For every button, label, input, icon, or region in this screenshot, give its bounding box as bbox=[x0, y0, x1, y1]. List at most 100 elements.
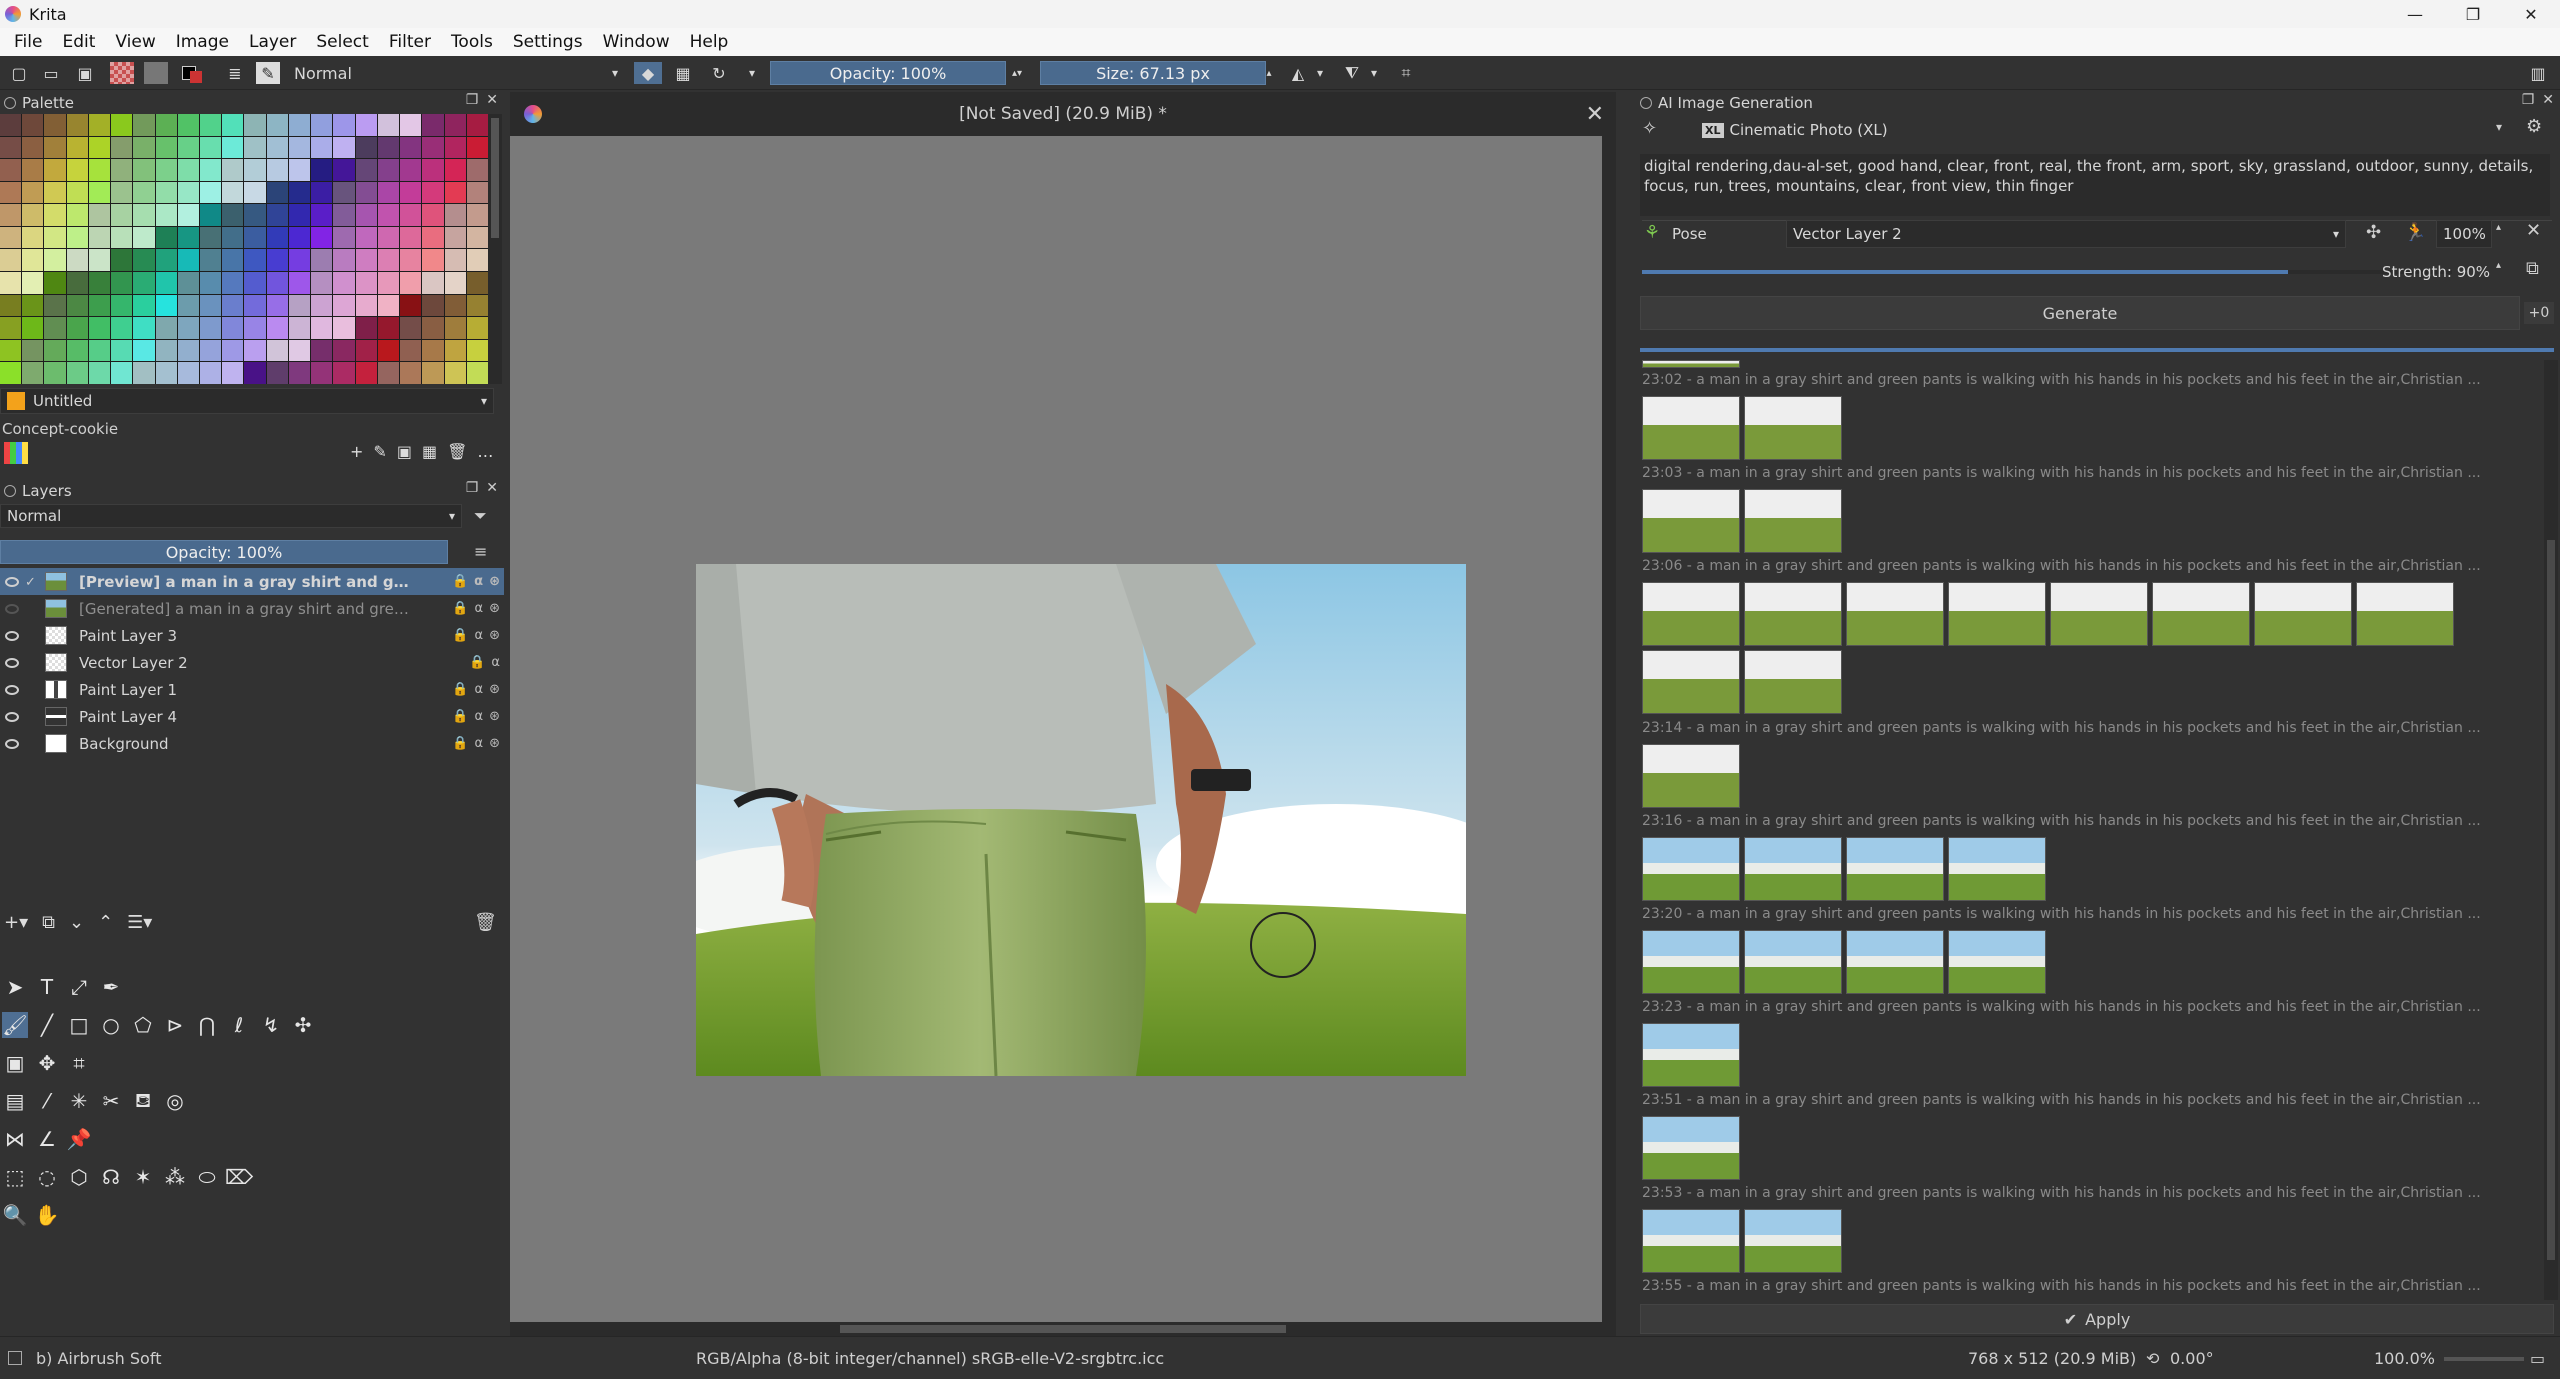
layer-row[interactable]: Paint Layer 1 🔒 α ⊛ bbox=[0, 676, 504, 703]
freehand-brush-tool-icon[interactable]: 🖌 bbox=[2, 1012, 28, 1038]
palette-swatch[interactable] bbox=[333, 159, 355, 181]
history-scrollbar[interactable] bbox=[2544, 360, 2558, 1300]
history-thumbnail[interactable] bbox=[1744, 396, 1842, 460]
palette-swatch[interactable] bbox=[0, 272, 22, 294]
palette-swatch[interactable] bbox=[200, 136, 222, 159]
history-thumbnail[interactable] bbox=[1642, 360, 1740, 368]
gradient-preset-icon[interactable] bbox=[110, 62, 134, 84]
palette-swatch[interactable] bbox=[155, 181, 177, 204]
measure-tool-icon[interactable]: ∠ bbox=[34, 1126, 60, 1152]
menu-tools[interactable]: Tools bbox=[441, 32, 503, 52]
palette-swatch[interactable] bbox=[266, 114, 288, 136]
float-dock-icon[interactable]: ❐ bbox=[466, 480, 479, 496]
palette-swatch[interactable] bbox=[466, 362, 488, 384]
color-picker-tool-icon[interactable]: ⁄ bbox=[34, 1088, 60, 1114]
palette-swatch[interactable] bbox=[88, 362, 111, 384]
history-thumbnail[interactable] bbox=[2254, 582, 2352, 646]
history-thumbnail[interactable] bbox=[1642, 489, 1740, 553]
palette-swatch[interactable] bbox=[177, 272, 200, 294]
inherit-alpha-icon[interactable]: ⊛ bbox=[489, 682, 500, 697]
palette-swatch[interactable] bbox=[377, 204, 400, 226]
palette-swatch[interactable] bbox=[177, 181, 200, 204]
palette-swatch[interactable] bbox=[377, 181, 400, 204]
document-tab[interactable]: [Not Saved] (20.9 MiB) * ✕ bbox=[510, 92, 1616, 136]
palette-swatch[interactable] bbox=[244, 362, 266, 384]
palette-swatch[interactable] bbox=[155, 136, 177, 159]
palette-swatch[interactable] bbox=[111, 339, 133, 362]
palette-swatch[interactable] bbox=[0, 317, 22, 339]
move-tool-icon[interactable]: ✥ bbox=[34, 1050, 60, 1076]
menu-file[interactable]: File bbox=[4, 32, 52, 52]
palette-swatch[interactable] bbox=[244, 294, 266, 317]
palette-swatch[interactable] bbox=[88, 272, 111, 294]
palette-swatch[interactable] bbox=[66, 294, 88, 317]
lock-icon[interactable]: 🔒 bbox=[452, 601, 468, 616]
lock-icon[interactable]: 🔒 bbox=[452, 574, 468, 589]
palette-swatch[interactable] bbox=[400, 294, 422, 317]
palette-swatch[interactable] bbox=[44, 294, 66, 317]
palette-swatch[interactable] bbox=[333, 181, 355, 204]
duplicate-layer-icon[interactable]: ⧉ bbox=[42, 912, 55, 933]
palette-swatch[interactable] bbox=[444, 204, 466, 226]
mirror-horizontal-icon[interactable]: ◭ bbox=[1286, 62, 1310, 84]
palette-swatch[interactable] bbox=[466, 136, 488, 159]
brush-preset-icon[interactable]: ✎ bbox=[256, 62, 280, 84]
palette-swatch[interactable] bbox=[222, 362, 244, 384]
palette-swatch[interactable] bbox=[355, 294, 377, 317]
palette-swatch[interactable] bbox=[200, 249, 222, 272]
palette-swatch[interactable] bbox=[177, 249, 200, 272]
palette-swatch[interactable] bbox=[66, 339, 88, 362]
palette-swatch[interactable] bbox=[155, 249, 177, 272]
save-document-icon[interactable]: ▣ bbox=[74, 62, 96, 84]
palette-swatch[interactable] bbox=[222, 294, 244, 317]
add-layer-icon[interactable]: +▾ bbox=[4, 912, 28, 933]
palette-swatch[interactable] bbox=[22, 226, 44, 249]
settings-gear-icon[interactable]: ⚙ bbox=[2526, 116, 2542, 137]
palette-swatch[interactable] bbox=[44, 272, 66, 294]
rectangle-tool-icon[interactable]: □ bbox=[66, 1012, 92, 1038]
spin-arrows-icon[interactable]: ▴ bbox=[2496, 222, 2501, 233]
palette-swatch[interactable] bbox=[311, 339, 333, 362]
palette-swatch[interactable] bbox=[133, 204, 155, 226]
layer-menu-icon[interactable]: ≡ bbox=[474, 542, 487, 561]
alpha-lock-icon[interactable]: α bbox=[491, 655, 500, 670]
palette-swatch[interactable] bbox=[22, 136, 44, 159]
history-thumbnail[interactable] bbox=[1846, 930, 1944, 994]
calligraphy-tool-icon[interactable]: ✒ bbox=[98, 974, 124, 1000]
status-rotation[interactable]: 0.00° bbox=[2170, 1349, 2214, 1368]
menu-select[interactable]: Select bbox=[306, 32, 378, 52]
close-dock-icon[interactable]: ✕ bbox=[486, 480, 498, 496]
chevron-down-icon[interactable] bbox=[1016, 62, 1036, 84]
model-style-select[interactable]: XL Cinematic Photo (XL) bbox=[1696, 116, 2144, 144]
add-control-layer-icon[interactable]: ⧉ bbox=[2526, 258, 2539, 279]
history-thumbnail[interactable] bbox=[1642, 744, 1740, 808]
add-swatch-icon[interactable]: + bbox=[350, 442, 363, 461]
palette-swatch[interactable] bbox=[111, 226, 133, 249]
visibility-eye-icon[interactable] bbox=[5, 657, 19, 668]
palette-swatch[interactable] bbox=[0, 159, 22, 181]
history-thumbnail[interactable] bbox=[1744, 650, 1842, 714]
palette-swatch[interactable] bbox=[133, 114, 155, 136]
layer-blend-mode-select[interactable]: Normal ▾ bbox=[0, 504, 462, 528]
palette-swatch[interactable] bbox=[288, 226, 311, 249]
palette-swatch[interactable] bbox=[133, 272, 155, 294]
palette-grid-icon[interactable] bbox=[4, 442, 28, 464]
palette-swatch[interactable] bbox=[311, 136, 333, 159]
palette-swatch[interactable] bbox=[155, 204, 177, 226]
palette-swatch[interactable] bbox=[177, 317, 200, 339]
history-thumbnail[interactable] bbox=[1846, 582, 1944, 646]
edit-shapes-tool-icon[interactable]: ⤢ bbox=[66, 974, 92, 1000]
palette-swatch[interactable] bbox=[288, 339, 311, 362]
size-spin-icon[interactable]: ▴ bbox=[1262, 62, 1276, 84]
palette-swatch[interactable] bbox=[266, 204, 288, 226]
palette-swatch[interactable] bbox=[444, 362, 466, 384]
freehand-path-tool-icon[interactable]: ℓ bbox=[226, 1012, 252, 1038]
menu-help[interactable]: Help bbox=[680, 32, 739, 52]
palette-swatch[interactable] bbox=[133, 294, 155, 317]
palette-swatch[interactable] bbox=[377, 114, 400, 136]
palette-swatch[interactable] bbox=[200, 181, 222, 204]
pose-skeleton-icon[interactable]: 🏃 bbox=[2404, 222, 2426, 243]
visibility-eye-icon[interactable] bbox=[5, 738, 19, 749]
palette-swatch[interactable] bbox=[200, 159, 222, 181]
palette-swatch[interactable] bbox=[222, 317, 244, 339]
